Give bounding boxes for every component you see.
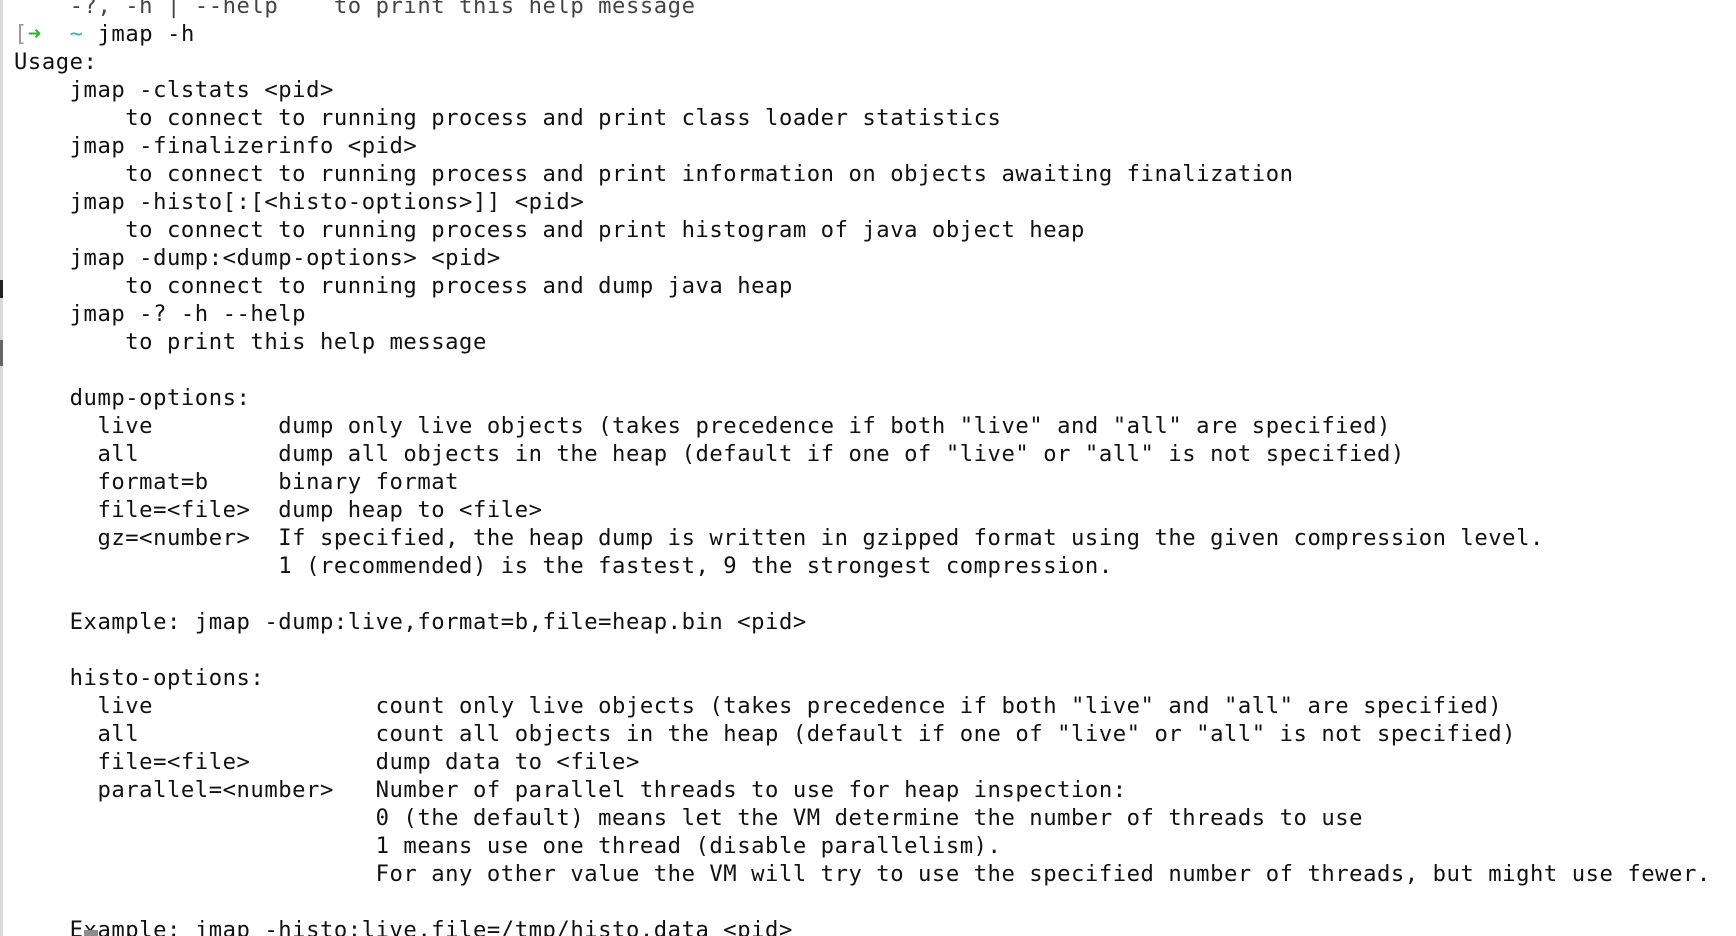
prompt-line: [➜ ~ jmap -h xyxy=(14,20,1711,48)
output-line: For any other value the VM will try to u… xyxy=(14,861,1711,887)
output-line: 0 (the default) means let the VM determi… xyxy=(14,805,1364,831)
output-line: jmap -histo[:[<histo-options>]] <pid> xyxy=(14,189,585,215)
output-line: gz=<number> If specified, the heap dump … xyxy=(14,525,1544,551)
output-line: format=b binary format xyxy=(14,469,460,495)
output-line: 1 (recommended) is the fastest, 9 the st… xyxy=(14,553,1113,579)
output-line: file=<file> dump data to <file> xyxy=(14,749,640,775)
prompt-bracket: [ xyxy=(14,21,28,47)
edge-marker xyxy=(0,340,3,366)
prompt-arrow-icon: ➜ xyxy=(27,21,42,47)
text-cursor xyxy=(84,930,98,936)
output-line: to connect to running process and dump j… xyxy=(14,273,793,299)
edge-marker xyxy=(0,280,3,298)
output-line: all count all objects in the heap (defau… xyxy=(14,721,1517,747)
output-line: 1 means use one thread (disable parallel… xyxy=(14,833,1002,859)
output-line: parallel=<number> Number of parallel thr… xyxy=(14,777,1127,803)
output-line: Example: jmap -histo:live,file=/tmp/hist… xyxy=(14,917,793,936)
output-line: to connect to running process and print … xyxy=(14,105,1002,131)
command-text: jmap -h xyxy=(97,21,195,47)
output-line: jmap -clstats <pid> xyxy=(14,77,334,103)
output-line: to print this help message xyxy=(14,329,487,355)
output-line: to connect to running process and print … xyxy=(14,217,1085,243)
output-line: jmap -finalizerinfo <pid> xyxy=(14,133,418,159)
terminal-window[interactable]: -?, -h | --help to print this help messa… xyxy=(0,0,1736,936)
output-line: dump-options: xyxy=(14,385,251,411)
output-line: jmap -? -h --help xyxy=(14,301,307,327)
output-line: to connect to running process and print … xyxy=(14,161,1294,187)
output-line: Usage: xyxy=(14,49,98,75)
output-line: jmap -dump:<dump-options> <pid> xyxy=(14,245,501,271)
scrolled-output-line: -?, -h | --help to print this help messa… xyxy=(14,0,696,19)
output-line: file=<file> dump heap to <file> xyxy=(14,497,543,523)
output-line: live count only live objects (takes prec… xyxy=(14,693,1503,719)
output-line: live dump only live objects (takes prece… xyxy=(14,413,1391,439)
output-line: Example: jmap -dump:live,format=b,file=h… xyxy=(14,609,807,635)
output-line: all dump all objects in the heap (defaul… xyxy=(14,441,1405,467)
prompt-cwd: ~ xyxy=(69,21,84,47)
terminal-output: -?, -h | --help to print this help messa… xyxy=(14,0,1711,936)
window-left-border xyxy=(0,0,3,936)
output-line: histo-options: xyxy=(14,665,265,691)
